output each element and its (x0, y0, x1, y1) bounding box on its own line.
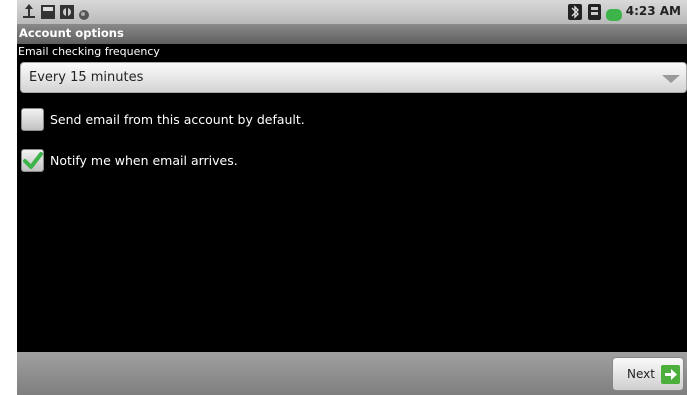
next-button-label: Next (627, 367, 655, 381)
default-account-option[interactable]: Send email from this account by default. (17, 105, 687, 135)
notify-label: Notify me when email arrives. (50, 153, 238, 168)
sd-card-icon (40, 3, 56, 25)
usb-icon (21, 3, 37, 25)
bluetooth-icon (568, 3, 582, 25)
battery-icon (606, 6, 622, 25)
signal-icon (588, 3, 601, 25)
device-screen: 4:23 AM Account options Email checking f… (17, 0, 687, 395)
frequency-dropdown[interactable]: Every 15 minutes (20, 62, 687, 93)
check-icon (23, 152, 43, 169)
frequency-selected-value: Every 15 minutes (29, 70, 144, 85)
notification-dot-icon (78, 6, 90, 25)
page-title: Account options (19, 26, 124, 40)
next-button[interactable]: Next (612, 357, 684, 391)
chevron-down-icon (662, 75, 680, 83)
default-account-label: Send email from this account by default. (50, 112, 305, 127)
status-bar: 4:23 AM (17, 0, 687, 24)
frequency-label: Email checking frequency (18, 45, 160, 58)
debug-icon (59, 3, 75, 25)
arrow-right-icon (661, 365, 680, 384)
clock-time: 4:23 AM (625, 4, 681, 18)
notify-option[interactable]: Notify me when email arrives. (17, 146, 687, 176)
title-bar: Account options (17, 24, 687, 44)
default-account-checkbox[interactable] (21, 108, 44, 131)
bottom-action-bar: Next (17, 352, 687, 395)
notify-checkbox[interactable] (21, 149, 44, 172)
